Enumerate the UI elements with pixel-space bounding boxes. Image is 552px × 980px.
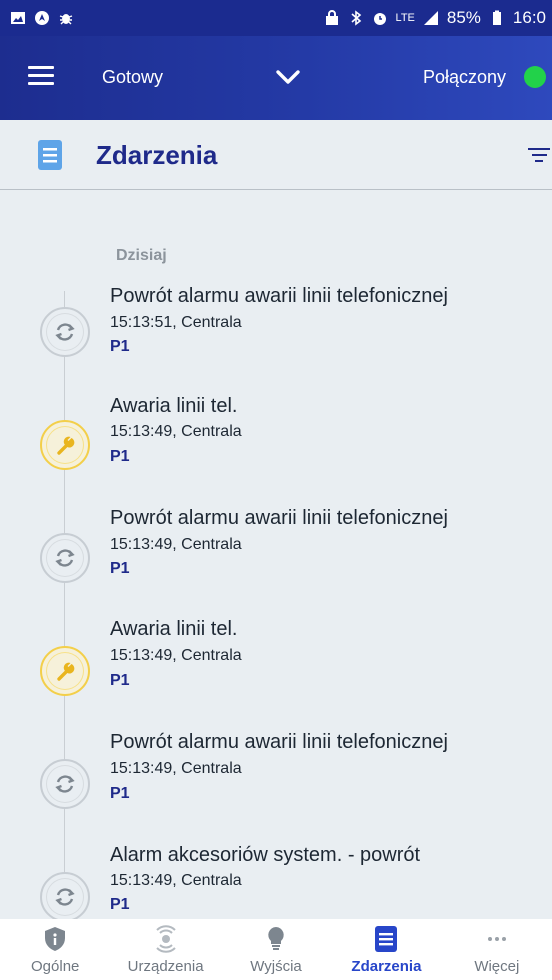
event-list[interactable]: Dzisiaj Powrót alarmu awarii linii telef… [0, 191, 552, 919]
day-header: Dzisiaj [116, 247, 167, 264]
event-partition: P1 [110, 785, 130, 802]
nav-item-events[interactable]: Zdarzenia [331, 919, 441, 980]
event-partition: P1 [110, 896, 130, 913]
nav-item-devices[interactable]: Urządzenia [110, 919, 220, 980]
event-title: Powrót alarmu awarii linii telefonicznej [110, 285, 448, 307]
navigation-icon [35, 11, 49, 25]
event-time: 15:13:49, Centrala [110, 647, 242, 664]
clock: 16:0 [512, 8, 546, 27]
lock-icon [325, 10, 338, 25]
connection-indicator [524, 66, 546, 88]
event-item[interactable]: Powrót alarmu awarii linii telefonicznej… [0, 503, 552, 611]
nav-label: Ogólne [31, 958, 80, 975]
event-time: 15:13:49, Centrala [110, 536, 242, 553]
nav-label: Zdarzenia [351, 958, 422, 975]
event-partition: P1 [110, 672, 130, 689]
page-header: Zdarzenia [0, 120, 552, 190]
event-item[interactable]: Awaria linii tel. 15:13:49, Centrala P1 [0, 616, 552, 724]
event-partition: P1 [110, 448, 130, 465]
more-icon [487, 937, 506, 941]
app-bar: Gotowy Połączony [0, 36, 552, 120]
event-title: Awaria linii tel. [110, 618, 238, 640]
event-time: 15:13:49, Centrala [110, 760, 242, 777]
alarm-icon [373, 13, 386, 25]
network-type: LTE [395, 12, 415, 24]
bulb-icon [268, 927, 284, 950]
event-title: Awaria linii tel. [110, 395, 238, 417]
connection-status: Połączony [422, 67, 506, 87]
status-bar-right: LTE 85% 16:0 [324, 8, 546, 28]
status-bar: LTE 85% 16:0 [0, 0, 552, 36]
battery-icon [492, 10, 501, 25]
nav-item-general[interactable]: Ogólne [0, 919, 110, 980]
event-item[interactable]: Alarm akcesoriów system. - powrót 15:13:… [0, 842, 552, 919]
signal-icon [423, 11, 438, 25]
event-time: 15:13:51, Centrala [110, 314, 242, 331]
sync-icon [40, 872, 90, 919]
event-item[interactable]: Awaria linii tel. 15:13:49, Centrala P1 [0, 390, 552, 498]
nav-label: Więcej [474, 958, 520, 975]
system-state: Gotowy [102, 67, 164, 87]
sync-icon [40, 533, 90, 583]
event-title: Powrót alarmu awarii linii telefonicznej [110, 731, 448, 753]
sensor-icon [155, 925, 176, 953]
event-title: Alarm akcesoriów system. - powrót [110, 844, 421, 866]
event-time: 15:13:49, Centrala [110, 423, 242, 440]
nav-item-outputs[interactable]: Wyjścia [221, 919, 331, 980]
sync-icon [40, 759, 90, 809]
nav-item-more[interactable]: Więcej [442, 919, 552, 980]
document-icon [375, 926, 398, 952]
bluetooth-icon [350, 10, 361, 26]
status-bar-left [10, 10, 74, 26]
document-icon [38, 140, 62, 170]
event-item[interactable]: Powrót alarmu awarii linii telefonicznej… [0, 277, 552, 385]
menu-icon[interactable] [28, 66, 54, 86]
event-time: 15:13:49, Centrala [110, 872, 242, 889]
event-partition: P1 [110, 560, 130, 577]
gallery-icon [11, 12, 25, 24]
nav-label: Urządzenia [127, 958, 204, 975]
battery-percent: 85% [446, 8, 481, 27]
filter-icon[interactable] [528, 148, 550, 166]
event-item[interactable]: Powrót alarmu awarii linii telefonicznej… [0, 729, 552, 837]
page-title: Zdarzenia [96, 140, 218, 170]
event-partition: P1 [110, 338, 130, 355]
sync-icon [40, 307, 90, 357]
nav-label: Wyjścia [250, 958, 302, 975]
bottom-nav: Ogólne Urządzenia Wyjścia Zdarzenia Więc… [0, 919, 552, 980]
shield-icon [45, 927, 66, 951]
event-title: Powrót alarmu awarii linii telefonicznej [110, 507, 448, 529]
wrench-icon [40, 646, 90, 696]
bug-icon [59, 14, 73, 25]
wrench-icon [40, 420, 90, 470]
chevron-down-icon[interactable] [275, 64, 301, 90]
